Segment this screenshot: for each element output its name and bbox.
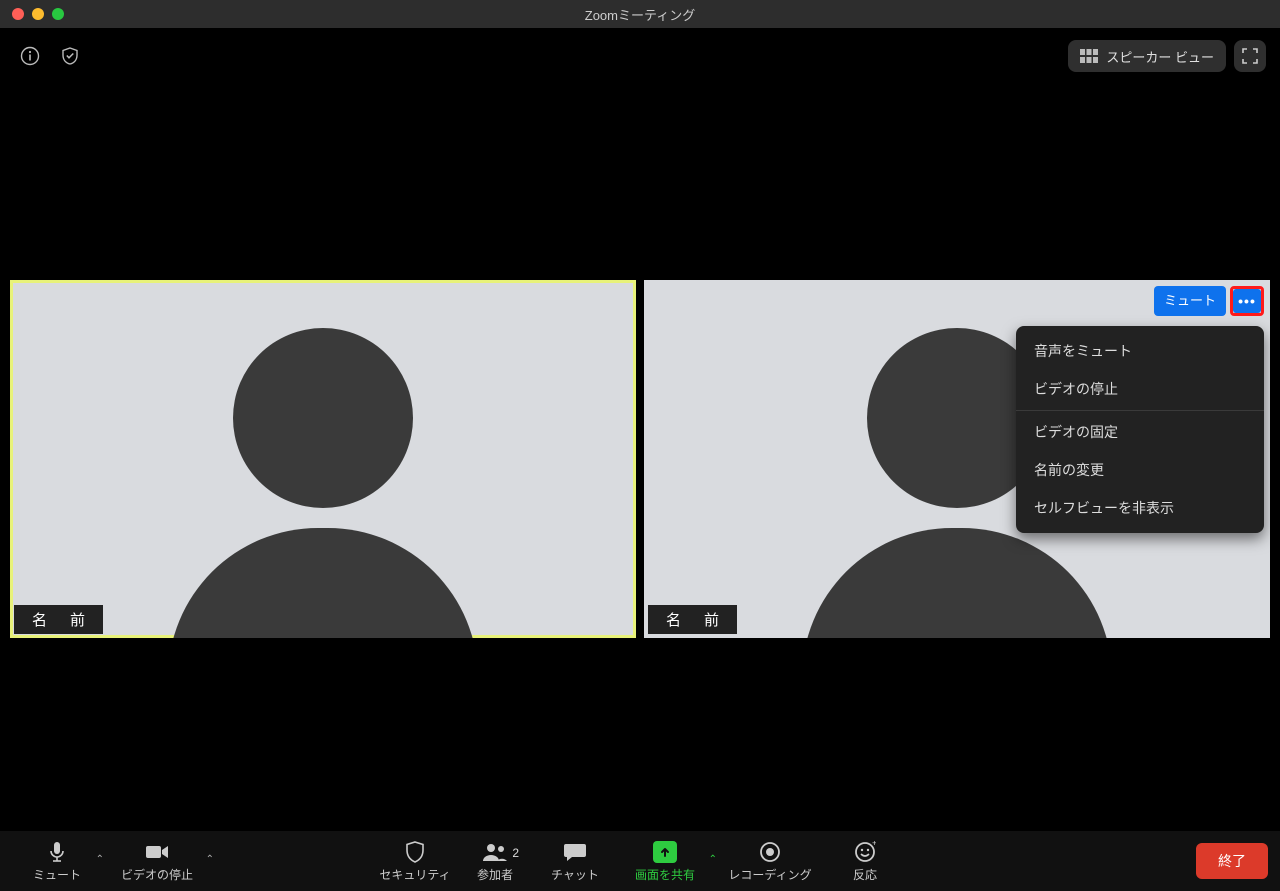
avatar-placeholder xyxy=(168,328,478,638)
menu-item-rename[interactable]: 名前の変更 xyxy=(1016,451,1264,489)
menu-separator xyxy=(1016,410,1264,411)
tile-mute-button[interactable]: ミュート xyxy=(1154,286,1226,316)
video-grid: 名 前 名 前 ミュート ••• 音声をミュート ビデオの停止 ビデオの固定 名… xyxy=(10,280,1270,638)
menu-item-mute-audio[interactable]: 音声をミュート xyxy=(1016,332,1264,370)
bottom-toolbar: ミュート ⌃ ビデオの停止 ⌃ セキュリティ 参加者 2 xyxy=(0,831,1280,891)
ellipsis-icon: ••• xyxy=(1238,293,1256,309)
chevron-up-icon[interactable]: ⌃ xyxy=(206,854,214,865)
mute-label: ミュート xyxy=(33,866,81,883)
recording-button[interactable]: レコーディング xyxy=(715,840,825,883)
record-icon xyxy=(759,841,781,863)
end-label: 終了 xyxy=(1218,853,1246,869)
end-meeting-button[interactable]: 終了 xyxy=(1196,843,1268,879)
info-icon xyxy=(20,46,40,66)
highlight-annotation: ••• xyxy=(1230,286,1264,316)
participants-button[interactable]: 参加者 2 xyxy=(455,840,535,883)
share-screen-button[interactable]: 画面を共有 ⌃ xyxy=(615,840,715,883)
chat-button[interactable]: チャット xyxy=(535,840,615,883)
svg-text:+: + xyxy=(872,841,876,848)
titlebar: Zoomミーティング xyxy=(0,0,1280,28)
participant-name-label: 名 前 xyxy=(648,605,737,634)
reactions-label: 反応 xyxy=(853,866,877,883)
menu-item-pin-video[interactable]: ビデオの固定 xyxy=(1016,413,1264,451)
recording-label: レコーディング xyxy=(728,866,811,883)
microphone-icon xyxy=(48,841,66,863)
tile-controls: ミュート ••• xyxy=(1154,286,1264,316)
gallery-icon xyxy=(1080,49,1098,63)
view-mode-label: スピーカー ビュー xyxy=(1106,47,1214,66)
chat-icon xyxy=(564,842,586,862)
chat-label: チャット xyxy=(551,866,599,883)
menu-item-hide-self-view[interactable]: セルフビューを非表示 xyxy=(1016,489,1264,527)
video-tile-participant[interactable]: 名 前 ミュート ••• 音声をミュート ビデオの停止 ビデオの固定 名前の変更… xyxy=(644,280,1270,638)
fullscreen-icon xyxy=(1242,48,1258,64)
fullscreen-button[interactable] xyxy=(1234,40,1266,72)
mute-button[interactable]: ミュート ⌃ xyxy=(12,840,102,883)
participants-icon xyxy=(482,842,508,862)
tile-more-button[interactable]: ••• xyxy=(1233,289,1261,313)
security-button[interactable]: セキュリティ xyxy=(375,840,455,883)
shield-icon xyxy=(405,841,425,863)
encryption-button[interactable] xyxy=(54,40,86,72)
menu-item-stop-video[interactable]: ビデオの停止 xyxy=(1016,370,1264,408)
security-label: セキュリティ xyxy=(379,866,450,883)
view-mode-button[interactable]: スピーカー ビュー xyxy=(1068,40,1226,72)
top-controls: スピーカー ビュー xyxy=(0,38,1280,74)
window-title: Zoomミーティング xyxy=(0,5,1280,24)
share-screen-label: 画面を共有 xyxy=(635,866,695,883)
participants-count: 2 xyxy=(512,846,519,860)
reactions-button[interactable]: + 反応 xyxy=(825,840,905,883)
tile-context-menu: 音声をミュート ビデオの停止 ビデオの固定 名前の変更 セルフビューを非表示 xyxy=(1016,326,1264,533)
stop-video-button[interactable]: ビデオの停止 ⌃ xyxy=(102,840,212,883)
meeting-info-button[interactable] xyxy=(14,40,46,72)
participants-label: 参加者 xyxy=(477,866,513,883)
participant-name-label: 名 前 xyxy=(14,605,103,634)
reactions-icon: + xyxy=(854,841,876,863)
video-tile-self[interactable]: 名 前 xyxy=(10,280,636,638)
video-icon xyxy=(145,844,169,860)
share-screen-icon xyxy=(653,841,677,863)
stop-video-label: ビデオの停止 xyxy=(121,866,193,883)
shield-icon xyxy=(60,46,80,66)
